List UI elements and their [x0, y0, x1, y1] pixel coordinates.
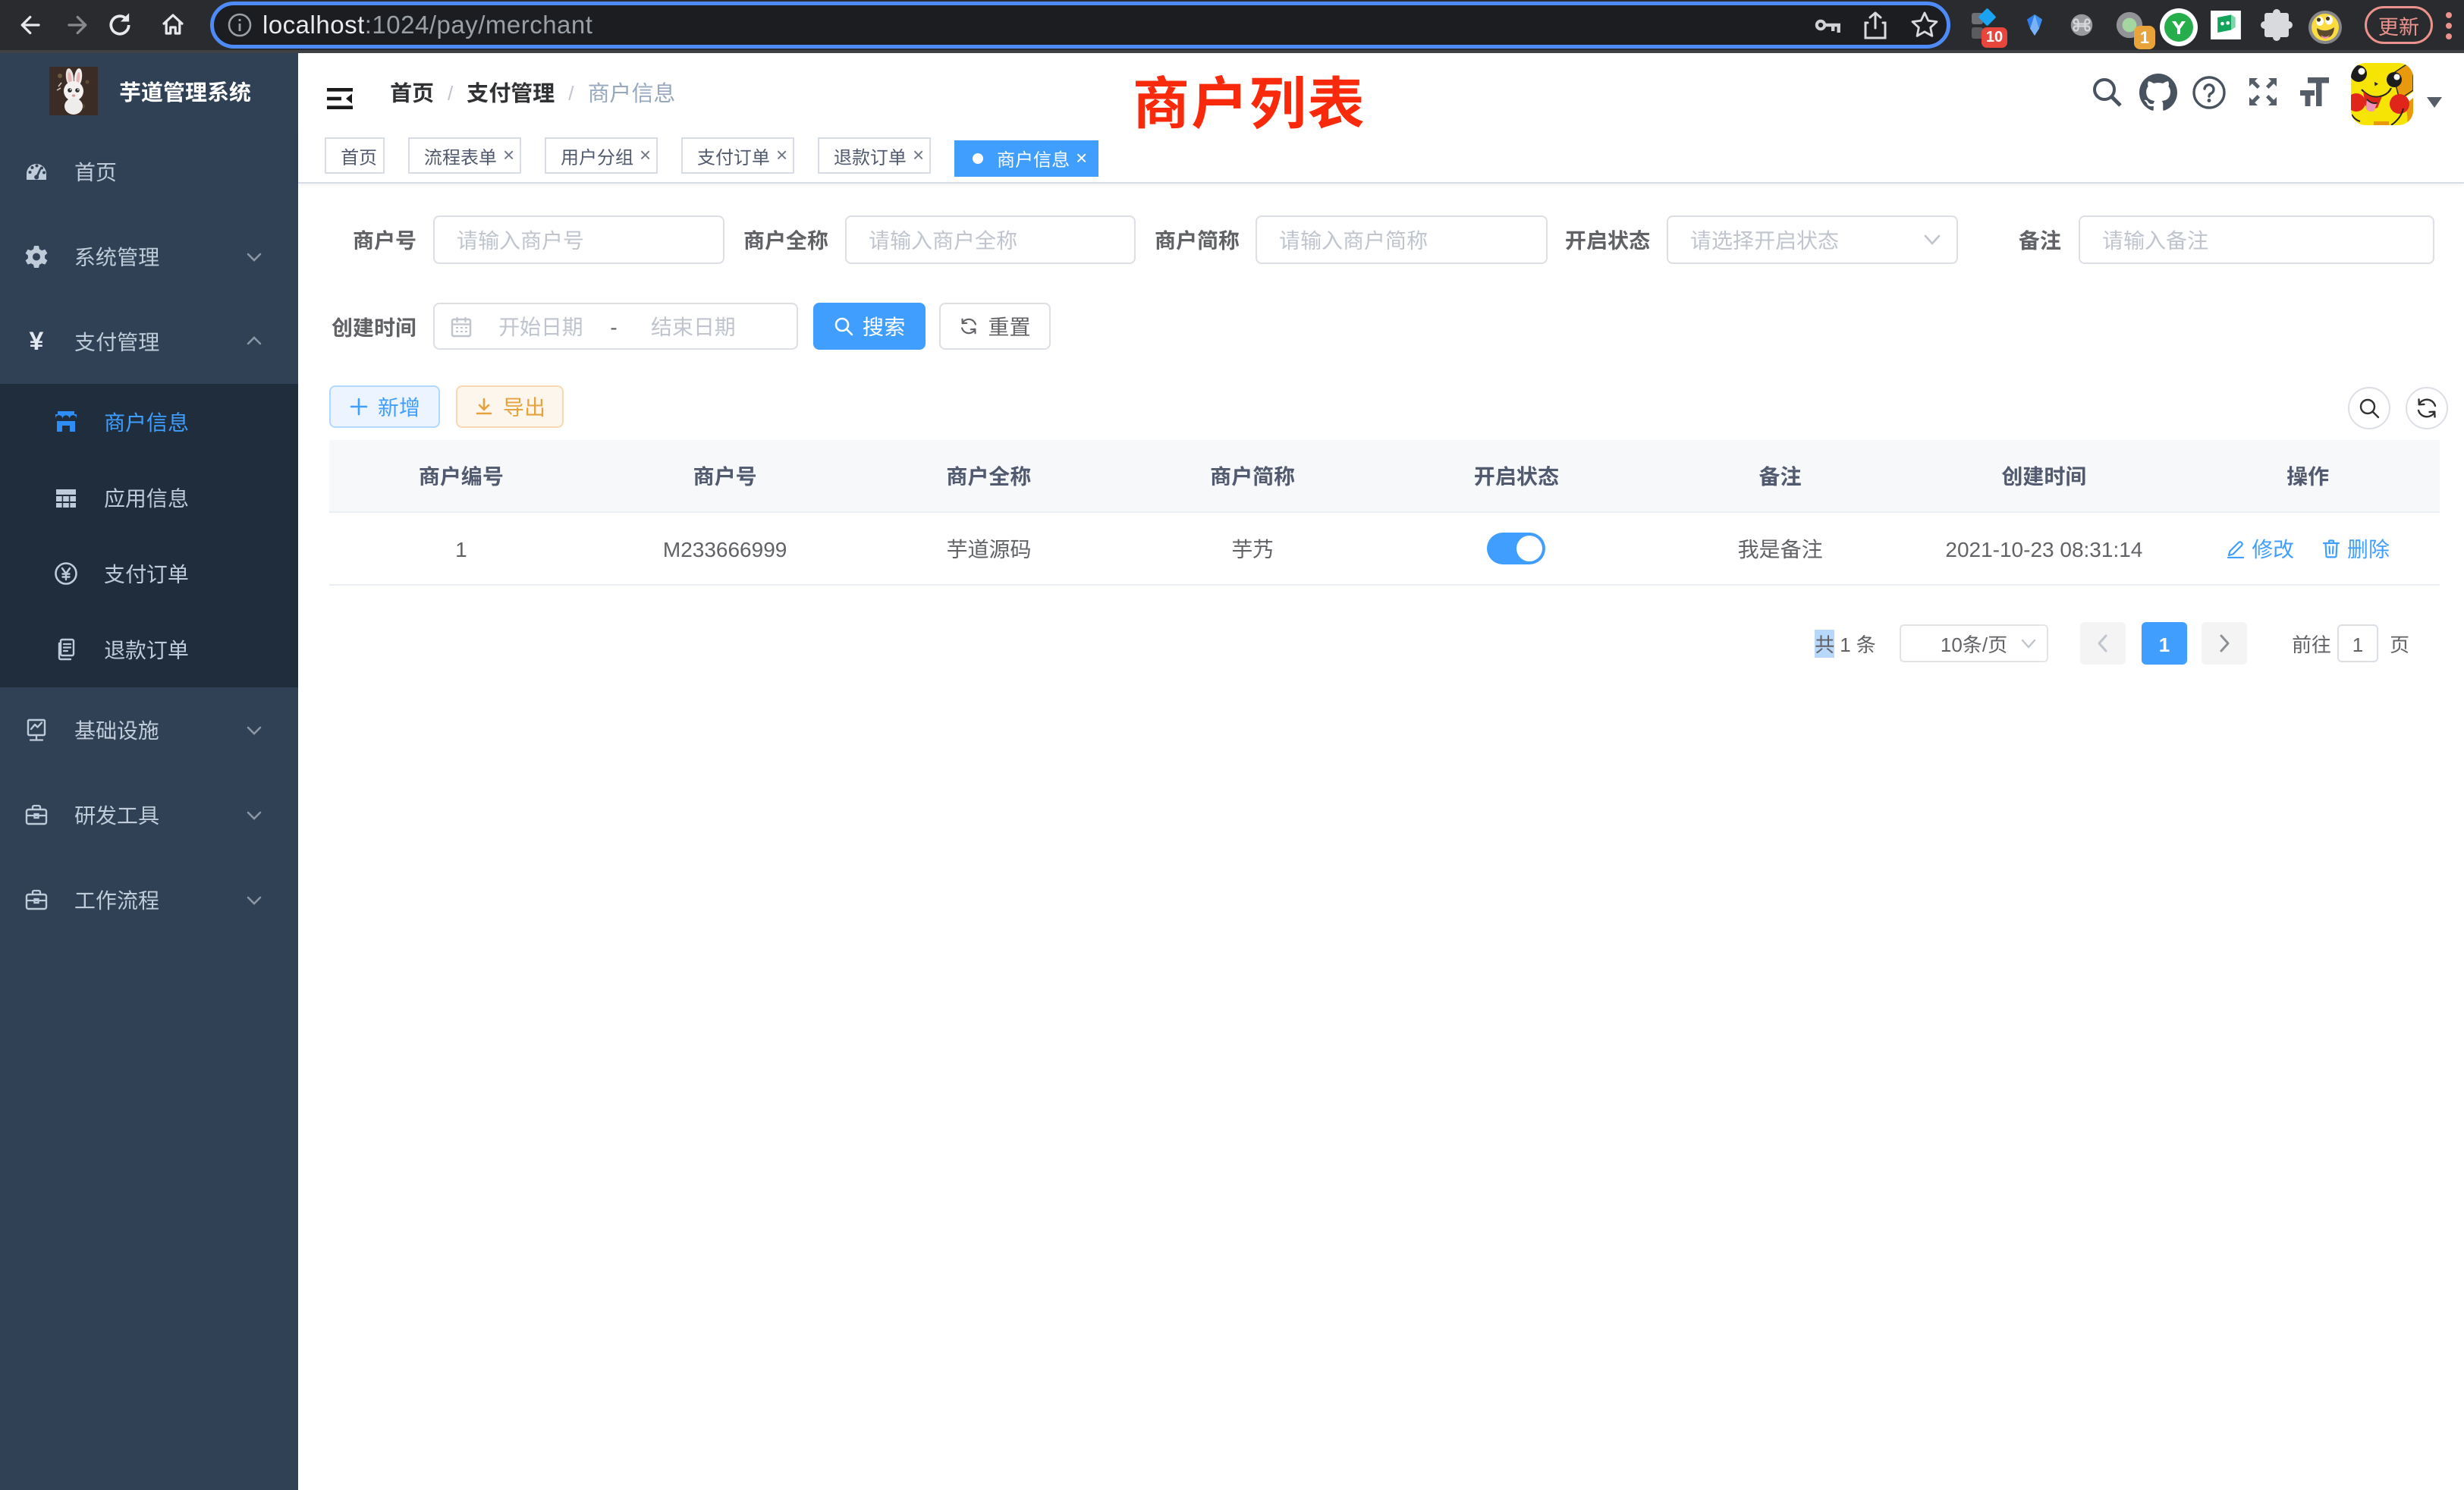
svg-text:¥: ¥ [30, 327, 44, 356]
